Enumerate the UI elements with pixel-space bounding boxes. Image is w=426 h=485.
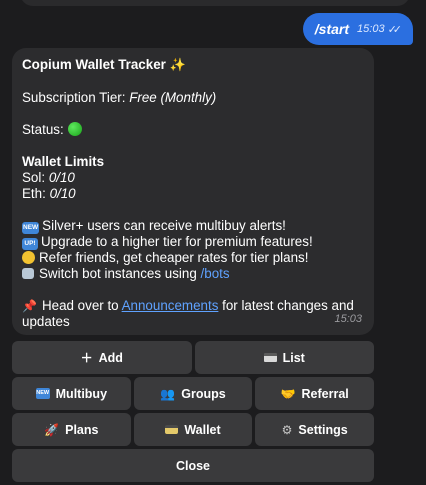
settings-button[interactable]: ⚙ Settings: [255, 413, 375, 446]
bullet-refer: Refer friends, get cheaper rates for tie…: [22, 250, 364, 266]
multibuy-button[interactable]: NEW Multibuy: [12, 377, 131, 410]
new-icon: NEW: [22, 222, 40, 234]
sol-label: Sol:: [22, 170, 46, 185]
footer-line: 📌 Head over to Announcements for latest c…: [22, 298, 364, 314]
multibuy-button-label: Multibuy: [55, 386, 108, 401]
bullet-text: Switch bot instances using: [39, 266, 201, 281]
plans-button[interactable]: 🚀 Plans: [12, 413, 131, 446]
bullet-text: Refer friends, get cheaper rates for tie…: [39, 250, 309, 265]
add-button-label: Add: [98, 350, 123, 365]
footer-line-2: updates: [22, 314, 70, 329]
bullet-switch: Switch bot instances using /bots: [22, 266, 364, 282]
list-button-label: List: [282, 350, 305, 365]
previous-message-bubble: [20, 0, 410, 6]
list-button[interactable]: List: [194, 341, 374, 374]
groups-button-label: Groups: [181, 386, 226, 401]
keyboard-row: ＋ Add List: [12, 341, 374, 374]
eth-limit-line: Eth: 0/10: [22, 186, 364, 202]
bullet-upgrade: UP! Upgrade to a higher tier for premium …: [22, 234, 364, 250]
credit-card-icon: [165, 425, 179, 434]
bot-message: Copium Wallet Tracker ✨ Subscription Tier…: [12, 48, 374, 335]
message-title-line: Copium Wallet Tracker ✨: [22, 57, 364, 74]
announcements-link[interactable]: Announcements: [122, 298, 219, 313]
outgoing-message-time: 15:03: [357, 23, 385, 35]
referral-button[interactable]: 🤝 Referral: [255, 377, 375, 410]
referral-button-label: Referral: [301, 386, 349, 401]
sol-limit-line: Sol: 0/10: [22, 170, 364, 186]
read-checkmarks-icon: ✓✓: [387, 23, 403, 36]
settings-button-label: Settings: [298, 422, 348, 437]
wallet-limits-title: Wallet Limits: [22, 154, 105, 169]
close-button[interactable]: Close: [12, 449, 374, 482]
keyboard-row: NEW Multibuy 👥 Groups 🤝 Referral: [12, 377, 375, 410]
message-time: 15:03: [334, 313, 362, 325]
tier-label: Subscription Tier:: [22, 90, 126, 105]
money-face-icon: [22, 251, 35, 264]
add-button[interactable]: ＋ Add: [12, 341, 192, 374]
handshake-icon: 🤝: [280, 386, 296, 401]
outgoing-message-meta: 15:03 ✓✓: [357, 23, 403, 36]
message-title: Copium Wallet Tracker: [22, 57, 166, 72]
sparkles-icon: ✨: [169, 58, 187, 73]
bots-command-link[interactable]: /bots: [201, 266, 230, 281]
status-line: Status:: [22, 122, 364, 138]
bullet-text: Upgrade to a higher tier for premium fea…: [41, 234, 313, 249]
up-icon: UP!: [22, 238, 38, 250]
wallet-button[interactable]: Wallet: [133, 413, 253, 446]
bullet-text: Silver+ users can receive multibuy alert…: [42, 218, 286, 233]
eth-value: 0/10: [49, 186, 76, 201]
status-label: Status:: [22, 122, 64, 137]
bullet-multibuy: NEW Silver+ users can receive multibuy al…: [22, 218, 364, 234]
close-button-label: Close: [175, 458, 211, 473]
keyboard-row: 🚀 Plans Wallet ⚙ Settings: [12, 413, 375, 446]
new-icon: NEW: [35, 388, 50, 399]
wallet-button-label: Wallet: [184, 422, 221, 437]
outgoing-message: /start 15:03 ✓✓: [302, 13, 413, 45]
keyboard-row: Close: [12, 449, 374, 482]
robot-icon: [22, 268, 34, 279]
inline-keyboard: ＋ Add List NEW Multibuy 👥 Groups 🤝 Refer…: [12, 341, 375, 485]
outgoing-message-text: /start: [314, 21, 350, 37]
list-icon: [263, 353, 277, 362]
tier-line: Subscription Tier: Free (Monthly): [22, 90, 364, 106]
tier-value: Free (Monthly): [129, 90, 217, 105]
rocket-icon: 🚀: [44, 422, 60, 437]
footer-prefix: Head over to: [41, 298, 122, 313]
plus-icon: ＋: [80, 351, 93, 365]
gear-icon: ⚙: [281, 422, 293, 437]
green-circle-icon: [67, 122, 82, 136]
pushpin-icon: 📌: [22, 299, 37, 313]
eth-label: Eth:: [22, 186, 46, 201]
plans-button-label: Plans: [65, 422, 99, 437]
sol-value: 0/10: [48, 170, 75, 185]
people-icon: 👥: [160, 386, 176, 401]
groups-button[interactable]: 👥 Groups: [133, 377, 253, 410]
